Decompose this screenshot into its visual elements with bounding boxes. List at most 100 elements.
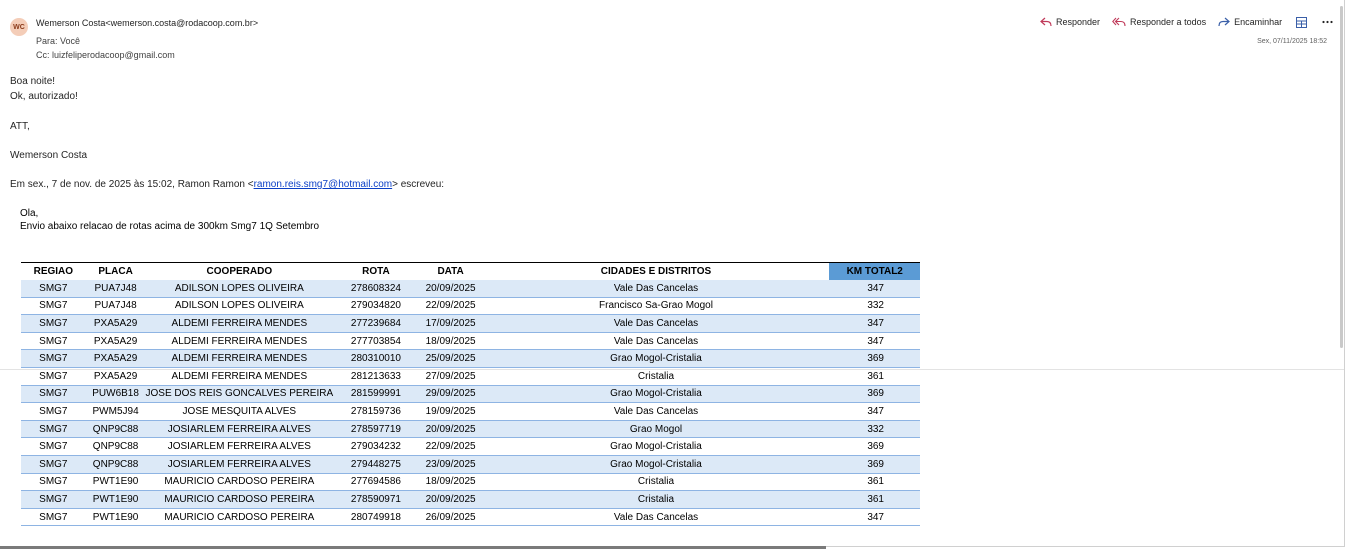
cell-data: 23/09/2025 [418,455,483,474]
cell-cooperado: MAURICIO CARDOSO PEREIRA [145,490,334,509]
cell-regiao: SMG7 [21,385,86,404]
cell-regiao: SMG7 [21,314,86,333]
cell-regiao: SMG7 [21,367,86,386]
recipient-cc: Cc: luizfeliperodacoop@gmail.com [36,50,175,60]
cell-data: 27/09/2025 [418,367,483,386]
cell-km: 332 [829,420,920,439]
cell-cidades: Vale Das Cancelas [482,314,830,333]
recipient-to: Para: Você [36,36,81,46]
cell-cooperado: JOSE MESQUITA ALVES [145,402,334,421]
table-row: SMG7 QNP9C88 JOSIARLEM FERREIRA ALVES 27944… [21,455,920,474]
cell-regiao: SMG7 [21,455,86,474]
cell-km: 347 [829,332,920,351]
cell-cidades: Cristalia [482,367,830,386]
table-row: SMG7 QNP9C88 JOSIARLEM FERREIRA ALVES 27903… [21,437,920,456]
reply-label: Responder [1056,17,1101,27]
cell-cidades: Vale Das Cancelas [482,280,830,298]
cell-km: 347 [829,402,920,421]
sender-name[interactable]: Wemerson Costa<wemerson.costa@rodacoop.c… [36,18,258,28]
quote-email-link[interactable]: ramon.reis.smg7@hotmail.com [254,179,393,190]
col-header-cidades: CIDADES E DISTRITOS [482,262,830,280]
signature: Wemerson Costa [10,150,88,161]
reply-button[interactable]: Responder [1040,17,1100,27]
cell-cidades: Vale Das Cancelas [482,402,830,421]
cell-data: 26/09/2025 [418,508,483,527]
cell-data: 18/09/2025 [418,473,483,492]
quoted-message: Envio abaixo relacao de rotas acima de 3… [20,221,320,232]
message-date: Sex, 07/11/2025 18:52 [1257,38,1327,45]
cell-regiao: SMG7 [21,332,86,351]
more-icon [1322,20,1333,24]
avatar[interactable]: WC [10,18,28,36]
cell-rota: 277703854 [333,332,419,351]
cell-data: 17/09/2025 [418,314,483,333]
cell-cidades: Grao Mogol-Cristalia [482,437,830,456]
forward-icon [1218,17,1231,27]
cell-data: 20/09/2025 [418,490,483,509]
col-header-cooperado: COOPERADO [145,262,334,280]
col-header-placa: PLACA [85,262,146,280]
cell-cooperado: JOSIARLEM FERREIRA ALVES [145,437,334,456]
quote-header: Em sex., 7 de nov. de 2025 às 15:02, Ram… [10,179,444,190]
cell-data: 29/09/2025 [418,385,483,404]
cell-regiao: SMG7 [21,473,86,492]
cell-placa: PXA5A29 [85,314,146,333]
table-row: SMG7 PXA5A29 ALDEMI FERREIRA MENDES 2772396… [21,314,920,333]
cell-rota: 279034820 [333,297,419,316]
cell-cooperado: ALDEMI FERREIRA MENDES [145,367,334,386]
cell-placa: PWT1E90 [85,473,146,492]
cell-km: 347 [829,280,920,298]
cell-cooperado: JOSIARLEM FERREIRA ALVES [145,455,334,474]
authorization-line: Ok, autorizado! [10,91,78,102]
cell-km: 361 [829,367,920,386]
greeting-line: Boa noite! [10,76,56,87]
cell-placa: PXA5A29 [85,349,146,368]
cell-placa: PXA5A29 [85,367,146,386]
cell-cooperado: ADILSON LOPES OLIVEIRA [145,280,334,298]
table-row: SMG7 PWM5J94 JOSE MESQUITA ALVES 278159736 1… [21,402,920,421]
cell-placa: PUA7J48 [85,297,146,316]
forward-button[interactable]: Encaminhar [1218,17,1282,27]
more-button[interactable] [1320,15,1334,29]
cell-data: 20/09/2025 [418,280,483,298]
cell-regiao: SMG7 [21,297,86,316]
cell-cooperado: ALDEMI FERREIRA MENDES [145,349,334,368]
quote-prefix: Em sex., 7 de nov. de 2025 às 15:02, Ram… [10,179,254,190]
reply-all-button[interactable]: Responder a todos [1112,17,1206,27]
cell-cooperado: JOSIARLEM FERREIRA ALVES [145,420,334,439]
cell-rota: 278590971 [333,490,419,509]
cell-rota: 277694586 [333,473,419,492]
cell-data: 25/09/2025 [418,349,483,368]
cell-cidades: Vale Das Cancelas [482,332,830,351]
cell-regiao: SMG7 [21,420,86,439]
col-header-data: DATA [418,262,483,280]
cell-cidades: Francisco Sa-Grao Mogol [482,297,830,316]
cell-rota: 278608324 [333,280,419,298]
cell-rota: 280749918 [333,508,419,527]
cell-rota: 279448275 [333,455,419,474]
cell-km: 369 [829,437,920,456]
cell-cooperado: ADILSON LOPES OLIVEIRA [145,297,334,316]
horizontal-scrollbar[interactable] [0,546,826,549]
view-button[interactable] [1294,15,1308,29]
cell-cooperado: ALDEMI FERREIRA MENDES [145,314,334,333]
cell-km: 361 [829,490,920,509]
cell-km: 369 [829,349,920,368]
cell-regiao: SMG7 [21,437,86,456]
cell-km: 361 [829,473,920,492]
cell-rota: 278159736 [333,402,419,421]
cell-placa: PUW6B18 [85,385,146,404]
vertical-scrollbar[interactable] [1340,6,1343,348]
table-header-row: REGIAO PLACA COOPERADO ROTA DATA CIDADES… [21,262,920,280]
table-row: SMG7 PXA5A29 ALDEMI FERREIRA MENDES 2803100… [21,349,920,368]
cell-placa: PWM5J94 [85,402,146,421]
cell-cooperado: ALDEMI FERREIRA MENDES [145,332,334,351]
cell-regiao: SMG7 [21,349,86,368]
col-header-km-total: KM TOTAL2 [829,262,920,280]
cell-regiao: SMG7 [21,508,86,527]
cell-km: 369 [829,385,920,404]
reply-icon [1040,17,1052,27]
cell-cidades: Grao Mogol-Cristalia [482,385,830,404]
cell-cidades: Cristalia [482,490,830,509]
cell-regiao: SMG7 [21,402,86,421]
